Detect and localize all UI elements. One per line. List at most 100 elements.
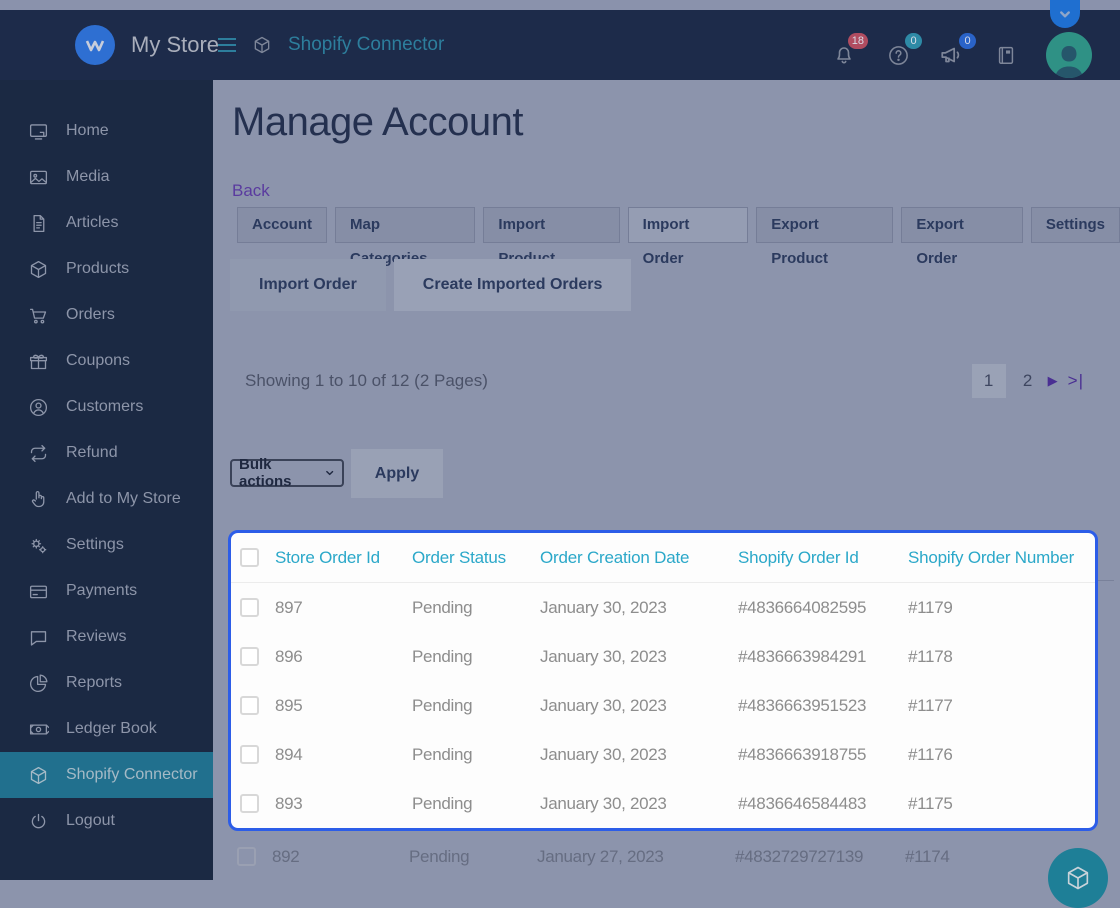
- help-count-badge: 0: [905, 33, 922, 49]
- cube-icon: [28, 259, 49, 280]
- topbar: My Store Shopify Connector 18 0 0: [0, 10, 1120, 80]
- store-logo-link[interactable]: My Store: [75, 25, 219, 65]
- tab-export-product[interactable]: Export Product: [756, 207, 894, 267]
- subtab-import-order[interactable]: Import Order: [230, 259, 386, 311]
- store-logo-icon: [75, 25, 115, 65]
- column-store-order-id[interactable]: Store Order Id: [275, 548, 412, 568]
- sidebar-item-articles[interactable]: Articles: [0, 200, 213, 246]
- cell-order-status: Pending: [412, 597, 473, 617]
- cell-order-status: Pending: [412, 695, 473, 715]
- main-content: Manage Account Back Account Map Categori…: [213, 80, 1120, 908]
- cell-shopify-order-id: #4836663984291: [738, 646, 867, 666]
- monitor-icon: [28, 121, 49, 142]
- app-title: Shopify Connector: [288, 34, 445, 55]
- page-button-1[interactable]: 1: [971, 364, 1006, 398]
- notifications-count-badge: 18: [847, 33, 868, 49]
- row-checkbox[interactable]: [237, 847, 256, 866]
- user-avatar[interactable]: [1046, 32, 1092, 78]
- table-row: 895 Pending January 30, 2023 #4836663951…: [231, 681, 1095, 730]
- table-row: 897 Pending January 30, 2023 #4836664082…: [231, 583, 1095, 632]
- table-row: 893 Pending January 30, 2023 #4836646584…: [231, 779, 1095, 828]
- tab-settings[interactable]: Settings: [1030, 207, 1120, 243]
- column-shopify-order-id[interactable]: Shopify Order Id: [738, 548, 908, 568]
- cell-order-creation-date: January 30, 2023: [540, 793, 667, 813]
- cell-store-order-id: 897: [275, 597, 303, 617]
- sidebar-item-add-to-my-store[interactable]: Add to My Store: [0, 476, 213, 522]
- shopify-connector-fab[interactable]: [1048, 848, 1108, 908]
- sidebar-item-logout[interactable]: Logout: [0, 798, 213, 844]
- tab-account[interactable]: Account: [237, 207, 327, 243]
- back-link[interactable]: Back: [232, 181, 270, 201]
- menu-toggle-icon[interactable]: [218, 38, 236, 52]
- sidebar-item-refund[interactable]: Refund: [0, 430, 213, 476]
- sidebar-item-media[interactable]: Media: [0, 154, 213, 200]
- cell-shopify-order-number: #1175: [908, 793, 953, 813]
- table-header-row: Store Order Id Order Status Order Creati…: [231, 533, 1095, 583]
- tab-import-product[interactable]: Import Product: [483, 207, 620, 267]
- cube-icon: [248, 29, 276, 61]
- cell-store-order-id: 893: [275, 793, 303, 813]
- row-checkbox[interactable]: [240, 745, 259, 764]
- column-order-status[interactable]: Order Status: [412, 548, 540, 568]
- sidebar-item-coupons[interactable]: Coupons: [0, 338, 213, 384]
- subtab-create-imported-orders[interactable]: Create Imported Orders: [393, 259, 632, 311]
- chat-icon: [28, 627, 49, 648]
- sidebar-item-label: Logout: [66, 812, 115, 829]
- credit-card-icon: [28, 581, 49, 602]
- sidebar-item-label: Articles: [66, 214, 119, 231]
- cell-order-status: Pending: [409, 846, 470, 866]
- notifications-bell-icon[interactable]: 18: [830, 33, 868, 71]
- select-all-checkbox[interactable]: [240, 548, 259, 567]
- cell-shopify-order-number: #1177: [908, 695, 953, 715]
- sidebar-item-home[interactable]: Home: [0, 108, 213, 154]
- sidebar-item-label: Coupons: [66, 352, 131, 369]
- tab-import-order[interactable]: Import Order: [627, 207, 749, 267]
- power-icon: [28, 811, 49, 832]
- sidebar-item-settings[interactable]: Settings: [0, 522, 213, 568]
- column-order-creation-date[interactable]: Order Creation Date: [540, 548, 738, 568]
- sidebar-item-payments[interactable]: Payments: [0, 568, 213, 614]
- column-shopify-order-number[interactable]: Shopify Order Number: [908, 548, 1095, 568]
- tab-export-order[interactable]: Export Order: [901, 207, 1023, 267]
- tab-map-categories[interactable]: Map Categories: [335, 207, 476, 267]
- cell-store-order-id: 892: [272, 846, 300, 866]
- cell-shopify-order-number: #1178: [908, 646, 953, 666]
- next-page-icon[interactable]: ▶: [1048, 373, 1058, 389]
- cell-order-creation-date: January 30, 2023: [540, 695, 667, 715]
- row-checkbox[interactable]: [240, 598, 259, 617]
- results-summary: Showing 1 to 10 of 12 (2 Pages): [245, 371, 488, 390]
- sidebar-item-reviews[interactable]: Reviews: [0, 614, 213, 660]
- row-checkbox[interactable]: [240, 794, 259, 813]
- orders-table-highlighted: Store Order Id Order Status Order Creati…: [228, 530, 1098, 831]
- announcements-megaphone-icon[interactable]: 0: [938, 33, 976, 71]
- sidebar-item-ledger-book[interactable]: Ledger Book: [0, 706, 213, 752]
- image-icon: [28, 167, 49, 188]
- bulk-actions-select[interactable]: Bulk actions: [230, 456, 344, 490]
- sidebar-item-orders[interactable]: Orders: [0, 292, 213, 338]
- sidebar-item-customers[interactable]: Customers: [0, 384, 213, 430]
- bulk-actions-value: Bulk actions: [239, 456, 292, 490]
- sidebar-item-products[interactable]: Products: [0, 246, 213, 292]
- store-name: My Store: [131, 32, 220, 57]
- sidebar-item-shopify-connector[interactable]: Shopify Connector: [0, 752, 213, 798]
- sidebar-item-label: Reviews: [66, 628, 127, 645]
- file-icon: [28, 213, 49, 234]
- help-icon[interactable]: 0: [884, 33, 922, 71]
- sidebar: Home Media Articles Products Orders Coup…: [0, 80, 213, 880]
- last-page-icon[interactable]: >|: [1068, 371, 1084, 391]
- sidebar-item-reports[interactable]: Reports: [0, 660, 213, 706]
- row-checkbox[interactable]: [240, 696, 259, 715]
- docs-book-icon[interactable]: [992, 39, 1020, 71]
- hand-pointer-icon: [28, 489, 49, 510]
- browser-top-strip: [0, 0, 1120, 10]
- sidebar-item-label: Media: [66, 168, 110, 185]
- cell-shopify-order-id: #4836664082595: [738, 597, 867, 617]
- cube-icon: [28, 765, 49, 786]
- apply-button[interactable]: Apply: [351, 449, 443, 498]
- page-button-2[interactable]: 2: [1014, 364, 1042, 398]
- cell-shopify-order-number: #1176: [908, 744, 953, 764]
- pagination: 1 2 ▶ >|: [971, 364, 1084, 398]
- cart-icon: [28, 305, 49, 326]
- sidebar-item-label: Customers: [66, 398, 144, 415]
- row-checkbox[interactable]: [240, 647, 259, 666]
